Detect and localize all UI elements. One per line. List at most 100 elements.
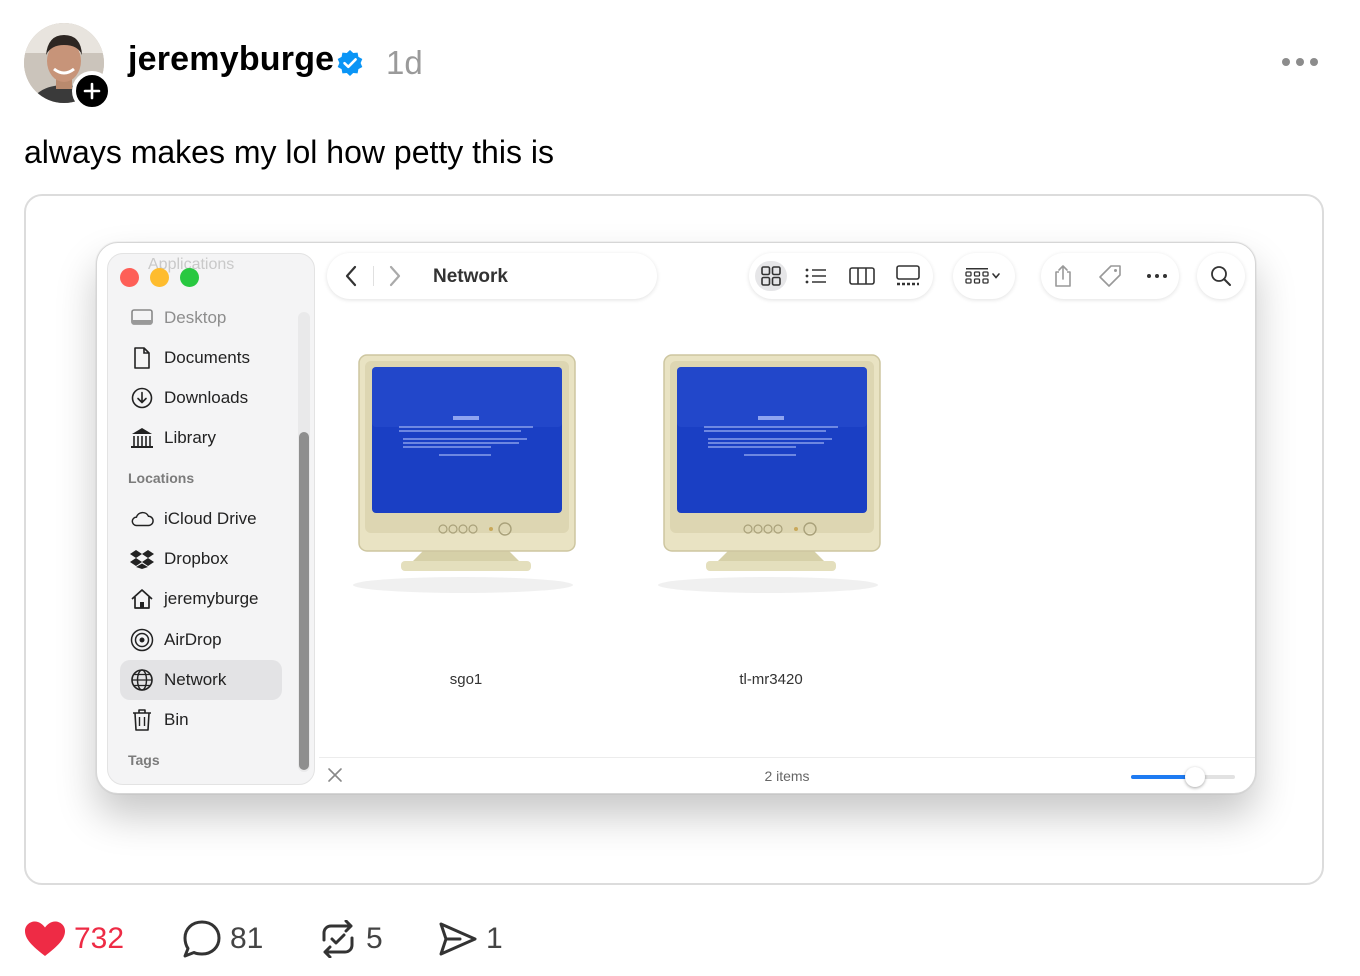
list-icon [805, 268, 826, 284]
file-grid: sgo1 tl-mr3420 [327, 313, 1247, 757]
sidebar-item-library[interactable]: Library [120, 418, 282, 458]
library-icon [130, 426, 154, 450]
like-count: 732 [74, 922, 125, 955]
sidebar-item-label: Bin [164, 710, 189, 729]
plus-icon [83, 82, 101, 100]
tag-icon [1099, 265, 1121, 287]
close-window-button[interactable] [120, 268, 139, 287]
sidebar-heading-tags: Tags [128, 752, 160, 768]
scrollbar-thumb[interactable] [299, 432, 309, 770]
group-by-menu[interactable] [953, 253, 1015, 299]
more-actions-button[interactable] [1141, 261, 1173, 291]
more-options-button[interactable] [1282, 58, 1324, 70]
sidebar-item-network[interactable]: Network [120, 660, 282, 700]
list-view-button[interactable] [800, 261, 832, 291]
like-button[interactable]: 732 [24, 914, 124, 964]
sidebar-item-home[interactable]: jeremyburge [120, 579, 282, 619]
share-button[interactable] [1047, 261, 1079, 291]
chevron-right-icon [389, 265, 401, 287]
post-image[interactable]: Applications Desktop Documents Downloads… [24, 194, 1324, 885]
tag-button[interactable] [1094, 261, 1126, 291]
airdrop-icon [130, 628, 154, 652]
sidebar-item-label: Library [164, 428, 216, 447]
zoom-window-button[interactable] [180, 268, 199, 287]
nav-divider [373, 266, 374, 286]
slider-knob[interactable] [1185, 767, 1205, 787]
search-icon-button[interactable] [1205, 261, 1237, 291]
comment-button[interactable]: 81 [182, 914, 263, 964]
share-post-button[interactable]: 1 [438, 914, 503, 964]
avatar-container[interactable] [24, 23, 112, 111]
username-link[interactable]: jeremyburge [128, 40, 334, 79]
repost-icon [322, 920, 354, 958]
group-dropdown-button[interactable] [961, 261, 1007, 291]
trash-icon [130, 708, 154, 732]
sidebar-item-bin[interactable]: Bin [120, 700, 282, 740]
sidebar-item-label: Network [164, 670, 227, 689]
navigation-toolbar: Network [327, 253, 657, 299]
minimize-window-button[interactable] [150, 268, 169, 287]
columns-icon [849, 267, 875, 285]
window-title: Network [433, 266, 508, 287]
forward-button[interactable] [381, 262, 409, 290]
actions-group [1041, 253, 1179, 299]
view-mode-group [749, 253, 933, 299]
heart-icon [25, 921, 65, 956]
sidebar-item-icloud[interactable]: iCloud Drive [120, 499, 282, 539]
file-item[interactable]: tl-mr3420 [646, 353, 896, 688]
grid-icon [761, 266, 781, 286]
sidebar-scrollbar[interactable] [298, 312, 310, 772]
gallery-icon [896, 265, 920, 286]
dot-icon [1310, 58, 1318, 66]
share-count: 1 [486, 922, 503, 955]
follow-button[interactable] [72, 71, 112, 111]
window-controls [120, 268, 199, 287]
group-grid-chevron-icon [965, 268, 1000, 284]
icon-size-slider[interactable] [1131, 767, 1235, 787]
dot-icon [1282, 58, 1290, 66]
sidebar-item-dropbox[interactable]: Dropbox [120, 539, 282, 579]
crt-monitor-bsod-icon [658, 354, 881, 593]
sidebar-item-label: Dropbox [164, 549, 229, 568]
sidebar-heading-locations: Locations [128, 470, 195, 486]
download-icon [130, 386, 154, 410]
search-button[interactable] [1197, 253, 1245, 299]
sidebar-item-airdrop[interactable]: AirDrop [120, 620, 282, 660]
repost-count: 5 [366, 922, 383, 955]
comment-count: 81 [230, 922, 264, 955]
file-name: sgo1 [449, 671, 483, 688]
engagement-bar: 732 81 5 1 [24, 914, 584, 964]
gallery-view-button[interactable] [892, 261, 924, 291]
file-name: tl-mr3420 [739, 671, 803, 688]
sidebar-item-label: Downloads [164, 388, 249, 407]
dot-icon [1296, 58, 1304, 66]
sidebar-item-label: jeremyburge [164, 589, 259, 608]
finder-sidebar: Applications Desktop Documents Downloads… [107, 253, 315, 785]
send-icon [439, 922, 477, 956]
sidebar-item-label: Documents [164, 348, 250, 367]
sidebar-item-documents[interactable]: Documents [120, 338, 282, 378]
repost-button[interactable]: 5 [318, 914, 383, 964]
column-view-button[interactable] [846, 261, 878, 291]
file-item[interactable]: sgo1 [341, 353, 591, 688]
sidebar-item-label: iCloud Drive [164, 509, 257, 528]
desktop-icon [130, 306, 154, 330]
sidebar-item-downloads[interactable]: Downloads [120, 378, 282, 418]
finder-window: Applications Desktop Documents Downloads… [96, 242, 1256, 794]
chevron-left-icon [345, 265, 357, 287]
verified-badge-icon [337, 50, 363, 76]
sidebar-item-desktop[interactable]: Desktop [120, 298, 282, 338]
post-timestamp[interactable]: 1d [386, 44, 423, 82]
post-caption: always makes my lol how petty this is [24, 134, 554, 170]
icon-view-button[interactable] [755, 261, 787, 291]
network-icon [130, 668, 154, 692]
cloud-icon [130, 507, 154, 531]
status-bar: 2 items [319, 757, 1255, 793]
back-button[interactable] [337, 262, 365, 290]
crt-monitor-bsod-icon [353, 354, 576, 593]
dropbox-icon [130, 547, 154, 571]
document-icon [130, 346, 154, 370]
share-icon [1055, 265, 1071, 287]
comment-icon [183, 920, 221, 958]
sidebar-item-label: Desktop [164, 308, 227, 327]
